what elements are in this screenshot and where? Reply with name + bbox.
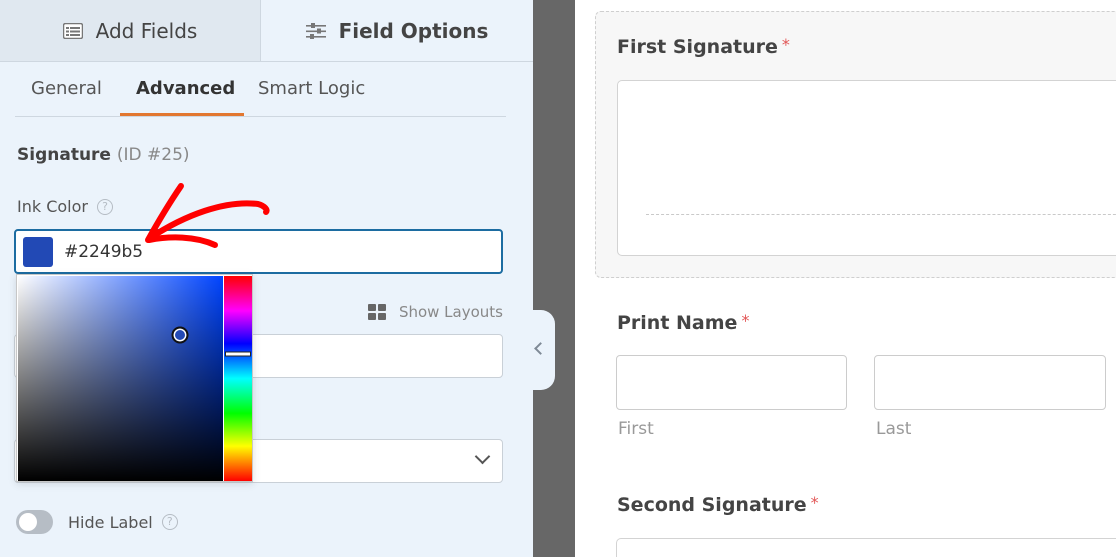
print-name-label-text: Print Name xyxy=(617,312,738,334)
second-signature-label-text: Second Signature xyxy=(617,494,807,516)
ink-color-label-text: Ink Color xyxy=(17,197,88,216)
subtab-general[interactable]: General xyxy=(31,78,102,99)
field-options-panel: Add Fields Field Options General Advance… xyxy=(0,0,533,557)
color-picker xyxy=(16,274,253,482)
tab-add-fields[interactable]: Add Fields xyxy=(0,0,261,61)
first-signature-label: First Signature * xyxy=(617,35,790,58)
first-signature-pad[interactable] xyxy=(617,80,1116,256)
tab-field-options-label: Field Options xyxy=(338,18,489,43)
required-marker: * xyxy=(741,311,750,330)
first-signature-label-text: First Signature xyxy=(617,36,778,58)
hide-label-toggle[interactable] xyxy=(16,510,53,534)
signature-line xyxy=(646,214,1116,215)
first-name-sublabel: First xyxy=(618,419,654,439)
subtab-advanced[interactable]: Advanced xyxy=(136,78,235,99)
active-tab-indicator xyxy=(120,113,244,116)
last-name-input[interactable] xyxy=(874,355,1106,410)
first-name-input[interactable] xyxy=(616,355,847,410)
chevron-down-icon xyxy=(474,448,491,465)
required-marker: * xyxy=(810,493,819,512)
required-marker: * xyxy=(781,35,790,54)
list-icon xyxy=(62,22,83,39)
toggle-knob xyxy=(19,513,37,531)
help-icon[interactable]: ? xyxy=(161,514,178,530)
hide-label-row: Hide Label ? xyxy=(16,510,178,534)
hue-handle[interactable] xyxy=(225,351,251,357)
show-layouts-label: Show Layouts xyxy=(398,303,503,321)
sliders-icon xyxy=(305,22,326,40)
grid-icon xyxy=(367,304,386,320)
panel-divider xyxy=(533,0,575,557)
print-name-label: Print Name * xyxy=(617,311,749,334)
ink-color-label: Ink Color? xyxy=(17,197,113,216)
panel-tabs: Add Fields Field Options xyxy=(0,0,533,62)
last-name-sublabel: Last xyxy=(876,419,912,439)
hide-label-text: Hide Label xyxy=(68,512,153,532)
subtab-smart-logic[interactable]: Smart Logic xyxy=(258,78,365,99)
help-icon[interactable]: ? xyxy=(96,199,113,215)
collapse-panel-button[interactable] xyxy=(533,310,555,390)
sub-tabs: General Advanced Smart Logic xyxy=(15,62,506,117)
color-swatch[interactable] xyxy=(23,237,53,267)
tab-add-fields-label: Add Fields xyxy=(95,18,198,43)
ink-color-value[interactable]: #2249b5 xyxy=(64,242,143,262)
chevron-left-icon xyxy=(534,342,547,355)
saturation-handle[interactable] xyxy=(171,326,189,344)
field-name: Signature xyxy=(17,145,111,165)
field-title: Signature (ID #25) xyxy=(17,145,190,165)
ink-color-input[interactable]: #2249b5 xyxy=(14,229,503,274)
second-signature-label: Second Signature * xyxy=(617,493,819,516)
saturation-brightness-area[interactable] xyxy=(18,276,223,481)
hue-slider[interactable] xyxy=(224,276,252,481)
show-layouts-button[interactable]: Show Layouts xyxy=(367,303,503,321)
tab-field-options[interactable]: Field Options xyxy=(261,0,533,61)
field-id: (ID #25) xyxy=(116,145,190,165)
second-signature-pad[interactable] xyxy=(616,538,1116,557)
